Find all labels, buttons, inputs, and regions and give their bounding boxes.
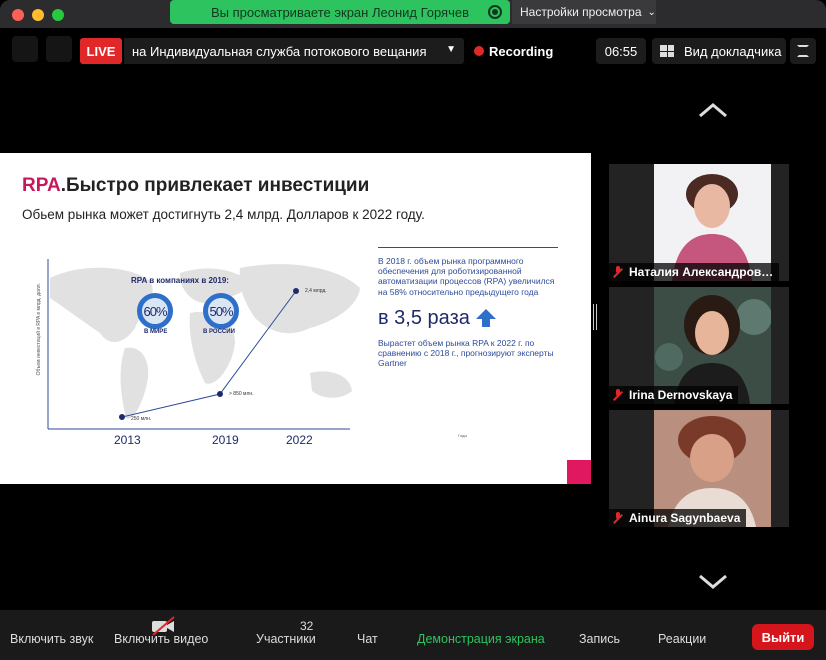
brand-square [567, 460, 591, 484]
participant-name: Ainura Sagynbaeva [629, 511, 741, 525]
meeting-timer: 06:55 [596, 38, 646, 64]
point-label-2022: 2,4 млрд. [305, 288, 327, 294]
world-label: В МИРЕ [144, 329, 168, 335]
growth-factor-text: в 3,5 раза [378, 306, 470, 329]
participant-tile[interactable]: Ainura Sagynbaeva [609, 410, 789, 527]
mic-muted-icon [613, 512, 623, 524]
participant-tile[interactable]: Наталия Александров… [609, 164, 789, 281]
growth-factor: в 3,5 раза [378, 307, 558, 330]
timer-value: 06:55 [604, 43, 638, 59]
point-2013 [119, 414, 125, 420]
view-options-label: Настройки просмотра [520, 5, 642, 19]
rpa-companies-title: RPA в компаниях в 2019: [131, 276, 229, 285]
chat-button[interactable]: Чат [357, 632, 378, 646]
chart-y-axis-label: Объем инвестиций в RPA в млрд. долл. [36, 283, 42, 376]
grid-icon [660, 45, 674, 57]
participant-namebar: Ainura Sagynbaeva [609, 509, 747, 527]
live-badge[interactable]: LIVE [80, 38, 122, 64]
mic-muted-icon [613, 266, 623, 278]
placeholder-button[interactable] [12, 36, 38, 62]
mic-muted-icon [613, 389, 623, 401]
placeholder-button[interactable] [46, 36, 72, 62]
slide-title: RPA.Быстро привлекает инвестиции [22, 175, 369, 197]
arrow-up-icon [475, 309, 496, 328]
fullscreen-button[interactable] [790, 38, 816, 64]
info-text-2: Вырастет объем рынка RPA к 2022 г. по ср… [378, 337, 554, 369]
view-options-button[interactable]: Настройки просмотра ⌄ [512, 0, 656, 24]
info-text-1: В 2018 г. объем рынка программного обесп… [378, 256, 555, 297]
world-percentage-ring: 60% [137, 293, 173, 329]
close-window-button[interactable] [12, 9, 24, 21]
reactions-button[interactable]: Реакции [658, 632, 706, 646]
stream-service-label: на Индивидуальная служба потокового веща… [132, 43, 427, 59]
unmute-button[interactable]: Включить звук [10, 632, 93, 646]
participants-button[interactable]: Участники [256, 632, 316, 646]
russia-percentage: 50% [209, 303, 233, 319]
year-label-2022: 2022 [286, 433, 313, 447]
point-label-2019: > 850 млн. [229, 391, 254, 397]
point-2022 [293, 288, 299, 294]
start-video-button[interactable]: Включить видео [114, 632, 208, 646]
scroll-down-arrow-icon[interactable] [698, 572, 728, 592]
chevron-down-icon: ⌄ [647, 6, 656, 18]
slide-title-rest: .Быстро привлекает инвестиции [60, 175, 370, 196]
year-label-2013: 2013 [114, 433, 141, 447]
slide-title-accent: RPA [22, 175, 61, 196]
russia-percentage-ring: 50% [203, 293, 239, 329]
panel-splitter-handle[interactable] [593, 304, 597, 330]
eye-icon [488, 5, 502, 19]
slide-subtitle: Обьем рынка может достигнуть 2,4 млрд. Д… [22, 207, 425, 222]
scroll-up-arrow-icon[interactable] [698, 100, 728, 120]
leave-meeting-button[interactable]: Выйти [752, 624, 814, 650]
fullscreen-icon [797, 45, 809, 57]
participants-count: 32 [300, 619, 314, 633]
year-label-2019: 2019 [212, 433, 239, 447]
caret-down-icon: ▼ [446, 44, 456, 55]
record-button[interactable]: Запись [579, 632, 620, 646]
shared-screen-slide: RPA.Быстро привлекает инвестиции Обьем р… [0, 153, 591, 484]
share-banner-text: Вы просматриваете экран Леонид Горячев [210, 4, 470, 20]
point-2019 [217, 391, 223, 397]
world-percentage: 60% [143, 303, 167, 319]
leave-label: Выйти [761, 629, 805, 645]
recording-indicator[interactable]: Recording [474, 38, 553, 64]
live-label: LIVE [86, 43, 116, 59]
speaker-view-button[interactable]: Вид докладчика [652, 38, 786, 64]
record-dot-icon [474, 46, 484, 56]
participant-name: Irina Dernovskaya [629, 388, 733, 402]
minimize-window-button[interactable] [32, 9, 44, 21]
divider [378, 247, 558, 248]
stream-service-dropdown[interactable]: на Индивидуальная служба потокового веща… [124, 38, 464, 64]
chart-x-axis-label: Годы [458, 433, 468, 438]
window-titlebar: Вы просматриваете экран Леонид Горячев Н… [0, 0, 826, 28]
speaker-view-label: Вид докладчика [684, 43, 782, 59]
screen-share-banner: Вы просматриваете экран Леонид Горячев [170, 0, 510, 24]
point-label-2013: 250 млн. [131, 416, 152, 422]
zoom-window-button[interactable] [52, 9, 64, 21]
russia-label: В РОССИИ [203, 329, 235, 335]
participant-tile[interactable]: Irina Dernovskaya [609, 287, 789, 404]
participant-name: Наталия Александров… [629, 265, 774, 279]
info-box: В 2018 г. объем рынка программного обесп… [378, 247, 558, 368]
participant-namebar: Irina Dernovskaya [609, 386, 739, 404]
recording-label: Recording [489, 43, 554, 59]
share-screen-button[interactable]: Демонстрация экрана [417, 632, 545, 646]
participant-namebar: Наталия Александров… [609, 263, 780, 281]
